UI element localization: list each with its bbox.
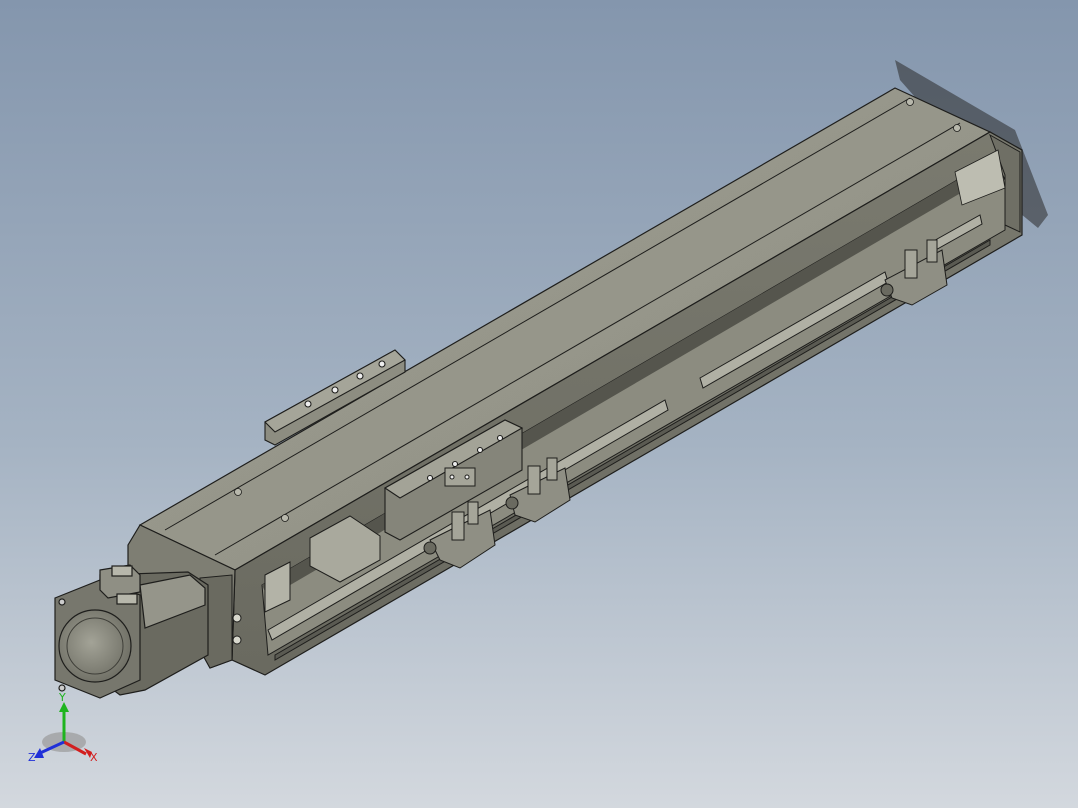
graphics-viewport[interactable]: Y X Z (0, 0, 1078, 808)
motor-face (58, 609, 132, 683)
servo-motor[interactable] (54, 564, 209, 699)
y-axis-label: Y (58, 691, 66, 704)
sensor-tab (444, 467, 476, 487)
z-axis-label: Z (28, 751, 36, 764)
axis-triad[interactable]: Y X Z (24, 690, 114, 770)
x-axis-label: X (90, 751, 98, 764)
model-linear-actuator[interactable] (0, 0, 1078, 808)
